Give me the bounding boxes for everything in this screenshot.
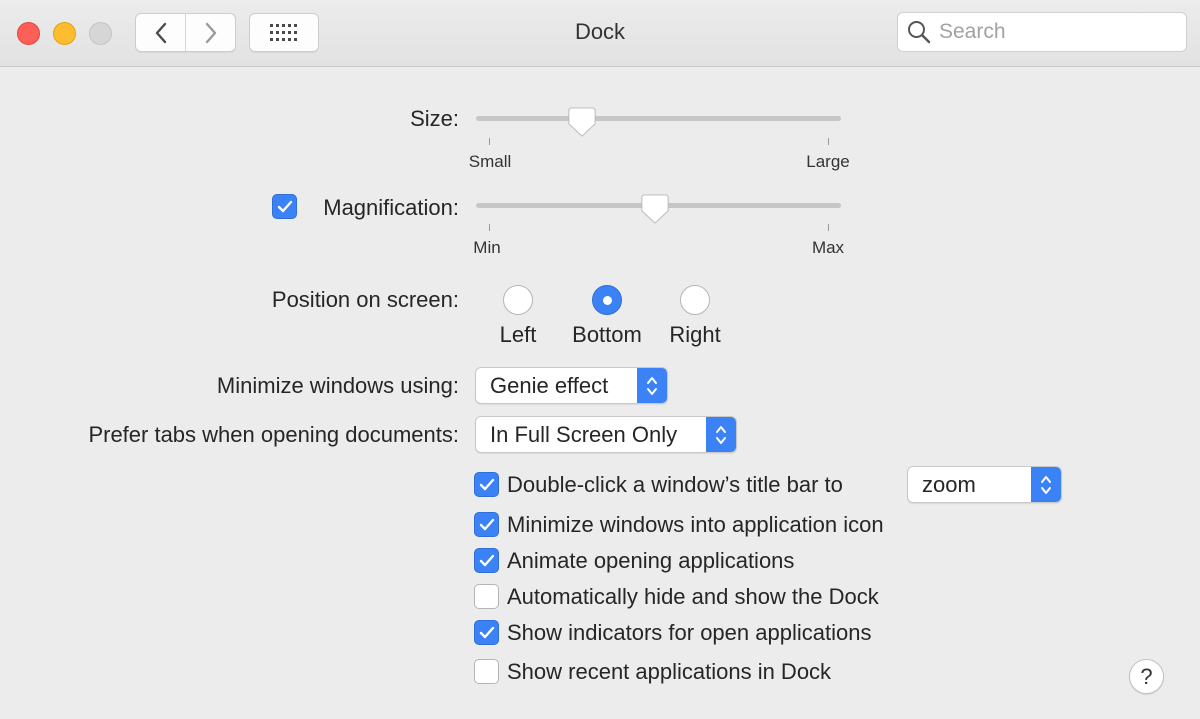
up-down-arrows-icon	[706, 417, 736, 452]
checkmark-icon	[479, 554, 494, 566]
size-tick-min	[489, 138, 490, 145]
size-label: Size:	[410, 106, 459, 131]
minimize-into-icon-checkbox[interactable]	[474, 512, 499, 537]
show-recent-apps-label: Show recent applications in Dock	[507, 659, 832, 684]
up-down-arrows-icon	[637, 368, 667, 403]
autohide-dock-label: Automatically hide and show the Dock	[507, 584, 879, 609]
position-left-label: Left	[499, 322, 537, 347]
magnification-checkbox[interactable]	[272, 194, 297, 219]
magnification-label: Magnification:	[323, 195, 459, 220]
show-recent-apps-checkbox[interactable]	[474, 659, 499, 684]
checkmark-icon	[479, 626, 494, 638]
double-click-checkbox[interactable]	[474, 472, 499, 497]
checkmark-icon	[479, 518, 494, 530]
search-input[interactable]	[939, 20, 1179, 44]
autohide-dock-checkbox[interactable]	[474, 584, 499, 609]
double-click-action-popup[interactable]: zoom	[907, 466, 1062, 503]
magnification-min-label: Min	[473, 238, 501, 257]
minimize-effect-label: Minimize windows using:	[216, 373, 459, 398]
size-tick-max	[828, 138, 829, 145]
position-right-label: Right	[669, 322, 721, 347]
position-right-radio[interactable]	[680, 285, 710, 315]
minimize-into-icon-label: Minimize windows into application icon	[507, 512, 884, 537]
position-bottom-radio[interactable]	[592, 285, 622, 315]
magnification-slider-thumb[interactable]	[640, 194, 670, 224]
size-max-label: Large	[806, 152, 850, 171]
prefer-tabs-popup[interactable]: In Full Screen Only	[475, 416, 737, 453]
position-bottom-label: Bottom	[572, 322, 642, 347]
search-icon	[908, 21, 931, 44]
position-left-radio[interactable]	[503, 285, 533, 315]
up-down-arrows-icon	[1031, 467, 1061, 502]
magnification-tick-max	[828, 224, 829, 231]
double-click-label: Double-click a window’s title bar to	[507, 472, 843, 497]
size-slider-thumb[interactable]	[567, 107, 597, 137]
magnification-max-label: Max	[811, 238, 845, 257]
title-bar: Dock	[0, 0, 1200, 67]
size-min-label: Small	[468, 152, 512, 171]
prefer-tabs-value: In Full Screen Only	[490, 421, 678, 447]
help-button[interactable]: ?	[1129, 659, 1164, 694]
position-label: Position on screen:	[271, 287, 459, 312]
size-slider-track[interactable]	[476, 116, 841, 121]
search-field[interactable]	[897, 12, 1187, 52]
checkmark-icon	[277, 200, 292, 212]
minimize-effect-value: Genie effect	[490, 372, 609, 398]
animate-opening-label: Animate opening applications	[507, 548, 795, 573]
prefer-tabs-label: Prefer tabs when opening documents:	[88, 422, 459, 447]
show-indicators-checkbox[interactable]	[474, 620, 499, 645]
checkmark-icon	[479, 478, 494, 490]
animate-opening-checkbox[interactable]	[474, 548, 499, 573]
magnification-tick-min	[489, 224, 490, 231]
show-indicators-label: Show indicators for open applications	[507, 620, 872, 645]
double-click-action-value: zoom	[922, 471, 976, 497]
minimize-effect-popup[interactable]: Genie effect	[475, 367, 668, 404]
